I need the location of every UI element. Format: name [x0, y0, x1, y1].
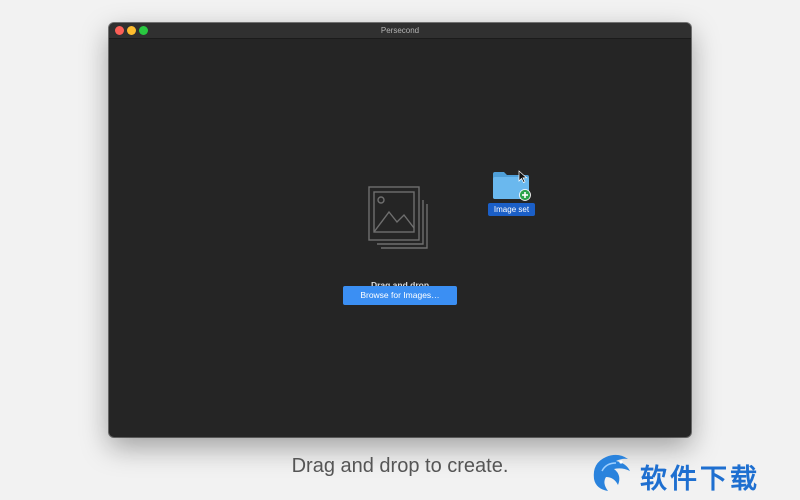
app-window: Persecond Drag and drop your image set h… — [109, 23, 691, 437]
dragged-folder-label: Image set — [488, 203, 535, 216]
window-title: Persecond — [380, 26, 420, 35]
title-bar[interactable]: Persecond — [109, 23, 691, 39]
watermark-text: 软件下载 — [640, 464, 760, 495]
watermark: 软件下载 — [588, 449, 796, 495]
browse-for-images-button[interactable]: Browse for Images… — [343, 286, 457, 305]
drop-zone[interactable]: Drag and drop your image set here. Brows… — [109, 39, 691, 437]
dragon-logo-icon — [593, 454, 630, 491]
dragged-image-set-folder[interactable]: Image set — [488, 169, 536, 219]
image-stack-icon — [368, 186, 428, 249]
folder-add-icon — [493, 170, 531, 201]
